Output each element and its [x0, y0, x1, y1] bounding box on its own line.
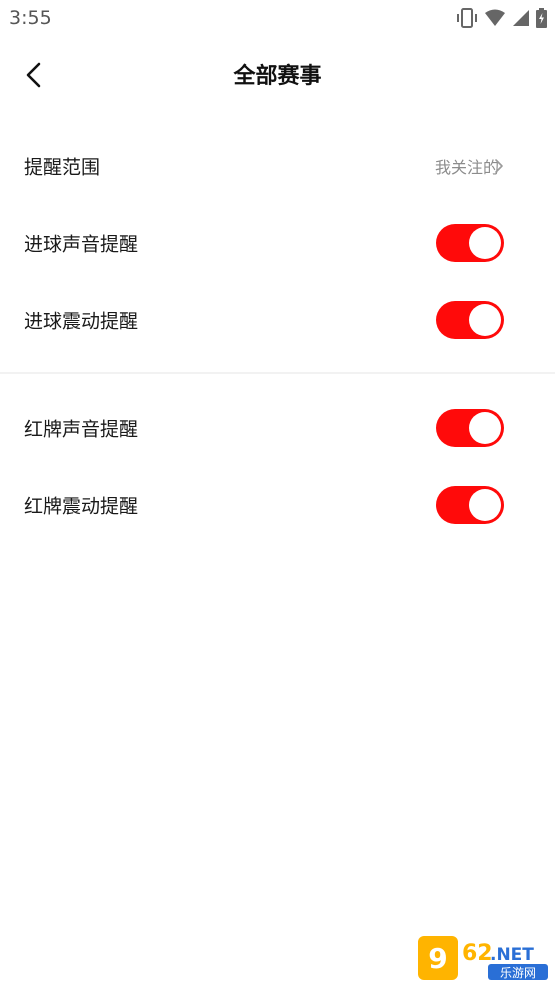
battery-icon [536, 8, 547, 28]
status-bar: 3:55 [0, 0, 555, 38]
goal-sound-row: 进球声音提醒 [0, 204, 555, 282]
watermark-logo: 9 62 .NET 乐游网 [418, 936, 548, 980]
toggle-knob [469, 489, 501, 521]
wifi-icon [485, 9, 505, 26]
reminder-scope-value: 我关注的 [434, 158, 499, 177]
toggle-knob [469, 227, 501, 259]
svg-text:乐游网: 乐游网 [500, 966, 536, 980]
reminder-scope-label: 提醒范围 [24, 156, 101, 179]
toggle-knob [469, 412, 501, 444]
red-card-sound-toggle[interactable] [436, 409, 504, 447]
red-card-vibrate-row: 红牌震动提醒 [0, 466, 555, 544]
header: 全部赛事 [0, 38, 555, 112]
red-card-vibrate-label: 红牌震动提醒 [24, 495, 139, 518]
red-card-sound-label: 红牌声音提醒 [24, 418, 139, 441]
svg-text:62: 62 [462, 941, 493, 966]
red-card-vibrate-toggle[interactable] [436, 486, 504, 524]
toggle-knob [469, 304, 501, 336]
svg-text:9: 9 [428, 942, 447, 975]
goal-vibrate-label: 进球震动提醒 [24, 310, 139, 333]
reminder-scope-row[interactable]: 提醒范围 我关注的 [0, 127, 555, 205]
chevron-right-icon [495, 159, 503, 173]
status-icons [456, 8, 547, 28]
goal-vibrate-row: 进球震动提醒 [0, 281, 555, 359]
goal-vibrate-toggle[interactable] [436, 301, 504, 339]
goal-sound-toggle[interactable] [436, 224, 504, 262]
vibrate-icon [457, 8, 477, 28]
page-title: 全部赛事 [233, 64, 322, 89]
svg-text:.NET: .NET [490, 945, 534, 965]
goal-sound-label: 进球声音提醒 [24, 233, 139, 256]
signal-icon [513, 10, 529, 26]
red-card-sound-row: 红牌声音提醒 [0, 389, 555, 467]
status-time: 3:55 [9, 7, 52, 29]
section-divider [0, 372, 555, 374]
